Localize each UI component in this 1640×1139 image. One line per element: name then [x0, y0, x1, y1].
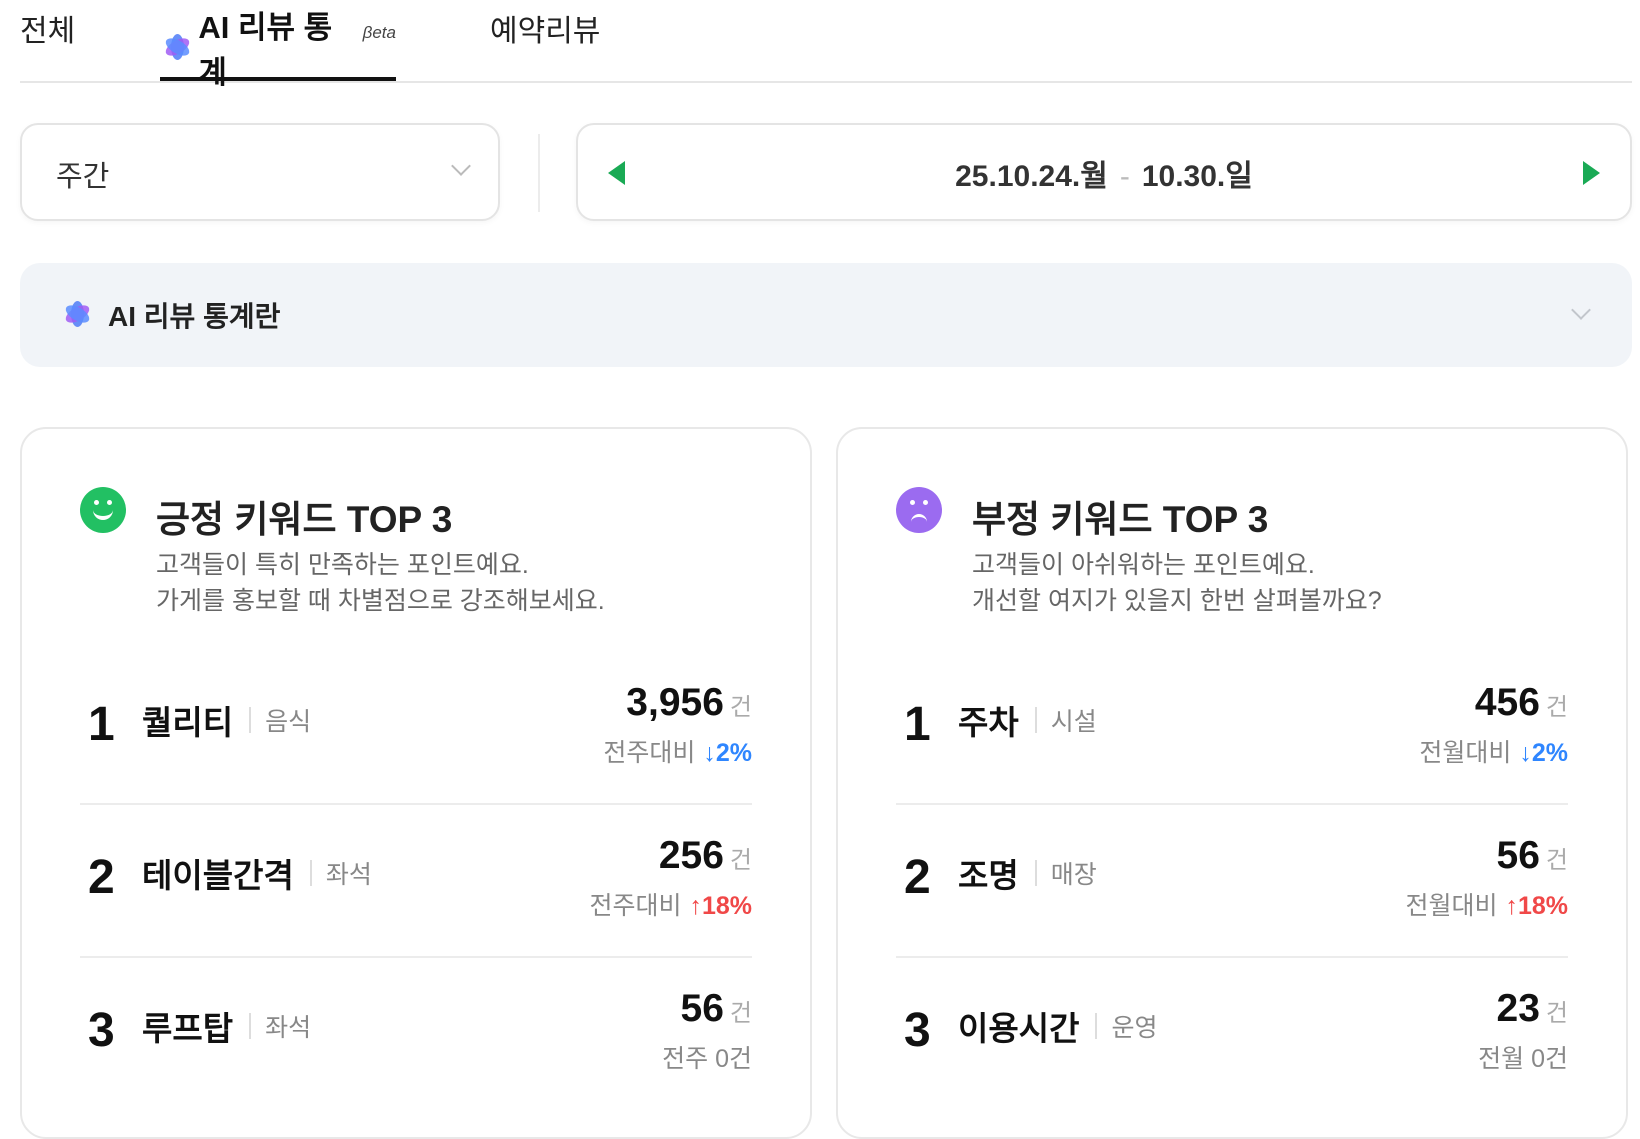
ai-sparkle-icon [160, 30, 193, 64]
keyword-row[interactable]: 3 루프탑 좌석 56 건 전주 0건 [80, 957, 752, 1109]
next-arrow-icon[interactable] [1583, 161, 1600, 185]
negative-keywords-card: 부정 키워드 TOP 3 고객들이 아쉬워하는 포인트예요. 개선할 여지가 있… [836, 427, 1628, 1139]
date-range: 25.10.24.월 -10.30.일 [578, 151, 1630, 195]
keyword-category: 좌석 [325, 861, 372, 889]
date-end: 10.30.일 [1141, 160, 1253, 193]
keyword-category: 운영 [1111, 1014, 1158, 1042]
beta-badge: βeta [362, 23, 396, 42]
change-badge: ↓2% [1519, 739, 1568, 767]
count-unit: 건 [729, 694, 752, 721]
tab-all[interactable]: 전체 [20, 6, 75, 85]
change-badge: ↑18% [689, 892, 752, 920]
mention-count: 256 [658, 834, 724, 877]
keyword-category: 좌석 [265, 1014, 312, 1042]
mention-count: 56 [680, 987, 724, 1030]
rank-number: 3 [88, 1004, 115, 1057]
positive-card-description: 고객들이 특히 만족하는 포인트예요. 가게를 홍보할 때 차별점으로 강조해보… [156, 547, 605, 619]
chevron-down-icon [451, 156, 471, 176]
compare-label: 전주 0건 [662, 1045, 752, 1073]
change-badge: ↑18% [1505, 892, 1568, 920]
compare-label: 전월대비 [1405, 892, 1498, 920]
ai-stats-info-banner[interactable]: AI 리뷰 통계란 [20, 263, 1632, 367]
count-unit: 건 [1545, 847, 1568, 874]
rank-number: 1 [904, 698, 931, 751]
keyword-row[interactable]: 1 주차 시설 456 건 전월대비 ↓2% [896, 651, 1568, 805]
chevron-down-icon [1571, 300, 1591, 320]
count-unit: 건 [1545, 1000, 1568, 1027]
rank-number: 2 [88, 851, 115, 904]
keyword-name: 루프탑 [142, 1010, 234, 1047]
keyword-row[interactable]: 3 이용시간 운영 23 건 전월 0건 [896, 957, 1568, 1109]
keyword-category: 매장 [1050, 861, 1097, 889]
desc-line: 개선할 여지가 있을지 한번 살펴볼까요? [972, 587, 1382, 615]
frown-face-icon [896, 487, 942, 533]
keyword-category: 시설 [1050, 708, 1097, 736]
compare-label: 전월대비 [1419, 739, 1512, 767]
divider [538, 134, 540, 212]
date-range-navigator: 25.10.24.월 -10.30.일 [576, 123, 1632, 221]
rank-number: 3 [904, 1004, 931, 1057]
keyword-name: 이용시간 [958, 1010, 1080, 1047]
count-unit: 건 [1545, 694, 1568, 721]
change-badge: ↓2% [703, 739, 752, 767]
negative-card-title: 부정 키워드 TOP 3 [972, 499, 1269, 540]
tab-reservation-review[interactable]: 예약리뷰 [490, 6, 600, 85]
date-separator: - [1119, 160, 1130, 193]
keyword-name: 조명 [958, 857, 1019, 894]
mention-count: 456 [1474, 681, 1540, 724]
period-value: 주간 [56, 161, 110, 193]
compare-label: 전월 0건 [1478, 1045, 1568, 1073]
tab-ai-review-label: AI 리뷰 통계 [198, 10, 333, 90]
info-banner-title: AI 리뷰 통계란 [108, 301, 281, 332]
negative-card-description: 고객들이 아쉬워하는 포인트예요. 개선할 여지가 있을지 한번 살펴볼까요? [972, 547, 1382, 619]
positive-card-title: 긍정 키워드 TOP 3 [156, 499, 453, 540]
compare-label: 전주대비 [589, 892, 682, 920]
keyword-name: 퀄리티 [142, 704, 234, 741]
keyword-category: 음식 [265, 708, 312, 736]
smile-face-icon [80, 487, 126, 533]
mention-count: 56 [1496, 834, 1540, 877]
keyword-name: 테이블간격 [142, 857, 294, 894]
rank-number: 2 [904, 851, 931, 904]
compare-label: 전주대비 [603, 739, 696, 767]
period-select[interactable]: 주간 [20, 123, 500, 221]
tab-bar: 전체 AI 리뷰 통계 βeta 예약리뷰 [20, 0, 1632, 90]
count-unit: 건 [729, 847, 752, 874]
ai-sparkle-icon [60, 297, 94, 331]
count-unit: 건 [729, 1000, 752, 1027]
desc-line: 고객들이 특히 만족하는 포인트예요. [156, 551, 529, 579]
date-start: 25.10.24.월 [955, 160, 1108, 193]
rank-number: 1 [88, 698, 115, 751]
keyword-name: 주차 [958, 704, 1019, 741]
desc-line: 고객들이 아쉬워하는 포인트예요. [972, 551, 1315, 579]
mention-count: 3,956 [626, 681, 724, 724]
tab-ai-review-stats[interactable]: AI 리뷰 통계 βeta [160, 0, 396, 90]
desc-line: 가게를 홍보할 때 차별점으로 강조해보세요. [156, 587, 605, 615]
positive-keywords-card: 긍정 키워드 TOP 3 고객들이 특히 만족하는 포인트예요. 가게를 홍보할… [20, 427, 812, 1139]
keyword-row[interactable]: 1 퀄리티 음식 3,956 건 전주대비 ↓2% [80, 651, 752, 805]
keyword-row[interactable]: 2 테이블간격 좌석 256 건 전주대비 ↑18% [80, 804, 752, 958]
keyword-row[interactable]: 2 조명 매장 56 건 전월대비 ↑18% [896, 804, 1568, 958]
mention-count: 23 [1496, 987, 1540, 1030]
